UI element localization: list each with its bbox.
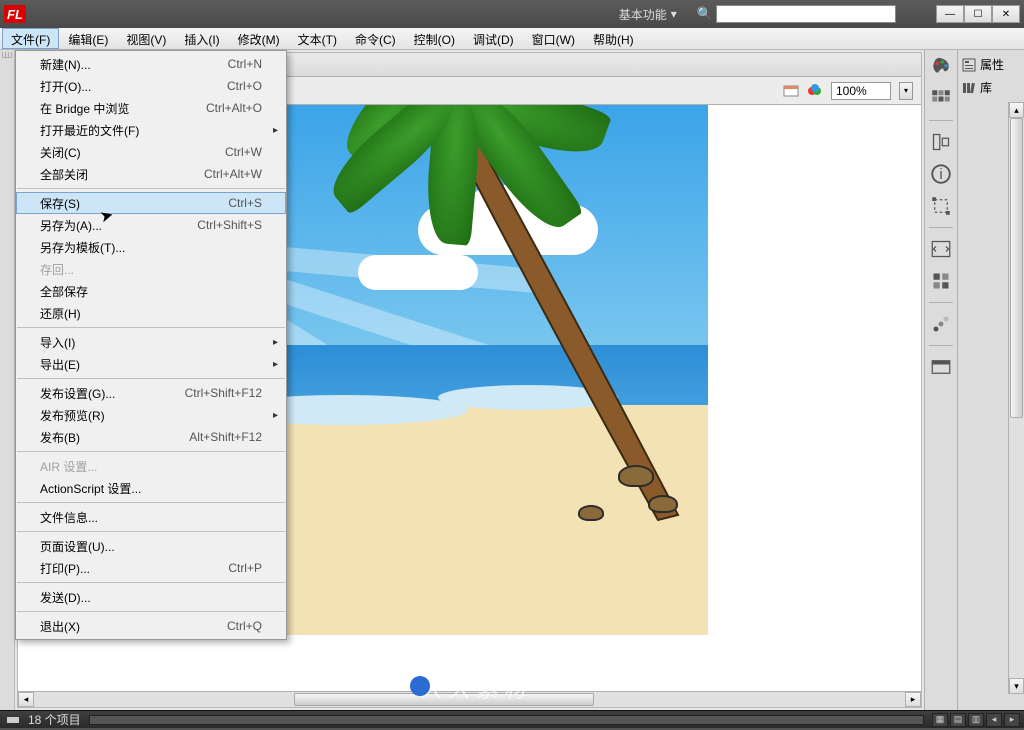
timeline-btn-5[interactable]: ▸ [1004, 713, 1020, 727]
watermark-badge [410, 676, 430, 696]
library-panel-button[interactable]: 库 [962, 79, 1020, 96]
scroll-left-arrow[interactable]: ◂ [18, 692, 34, 707]
menu-file[interactable]: 文件(F) [2, 28, 59, 49]
menu-insert[interactable]: 插入(I) [175, 28, 228, 49]
zoom-dropdown[interactable]: ▾ [899, 82, 913, 100]
properties-panel-button[interactable]: 属性 [962, 56, 1020, 73]
file-menu-item[interactable]: 在 Bridge 中浏览Ctrl+Alt+O [16, 97, 286, 119]
file-menu-item[interactable]: 关闭(C)Ctrl+W [16, 141, 286, 163]
file-menu-item[interactable]: 退出(X)Ctrl+Q [16, 615, 286, 637]
file-menu-item[interactable]: 打印(P)...Ctrl+P [16, 557, 286, 579]
vscroll-thumb[interactable] [1010, 118, 1023, 418]
workspace-mode-label: 基本功能 [619, 6, 667, 23]
file-menu-item[interactable]: 打开最近的文件(F) [16, 119, 286, 141]
timeline-track[interactable] [89, 715, 924, 725]
components-panel-icon[interactable] [930, 270, 952, 292]
file-menu-item[interactable]: 发布设置(G)...Ctrl+Shift+F12 [16, 382, 286, 404]
window-maximize-button[interactable] [964, 5, 992, 23]
file-menu-item[interactable]: 新建(N)...Ctrl+N [16, 53, 286, 75]
file-menu-item[interactable]: 导入(I) [16, 331, 286, 353]
align-panel-icon[interactable] [930, 131, 952, 153]
transform-panel-icon[interactable] [930, 195, 952, 217]
file-menu-item[interactable]: 打开(O)...Ctrl+O [16, 75, 286, 97]
file-menu-item[interactable]: 另存为(A)...Ctrl+Shift+S [16, 214, 286, 236]
menu-text[interactable]: 文本(T) [289, 28, 346, 49]
file-menu-item[interactable]: 发布(B)Alt+Shift+F12 [16, 426, 286, 448]
horizontal-scrollbar[interactable]: ◂ ▸ [18, 691, 921, 707]
menu-bar: 文件(F) 编辑(E) 视图(V) 插入(I) 修改(M) 文本(T) 命令(C… [0, 28, 1024, 50]
title-bar: FL 基本功能 ▾ 🔍 [0, 0, 1024, 28]
zoom-input[interactable]: 100% [831, 82, 891, 100]
timeline-btn-2[interactable]: ▤ [950, 713, 966, 727]
file-menu-item[interactable]: 发送(D)... [16, 586, 286, 608]
file-menu-item[interactable]: 全部保存 [16, 280, 286, 302]
library-label: 库 [980, 79, 992, 96]
color-panel-icon[interactable] [930, 56, 952, 78]
timeline-btn-4[interactable]: ◂ [986, 713, 1002, 727]
window-minimize-button[interactable] [936, 5, 964, 23]
svg-text:i: i [939, 166, 942, 183]
vertical-scrollbar[interactable]: ▴ ▾ [1008, 102, 1024, 694]
left-dock [0, 50, 15, 710]
search-input[interactable] [716, 5, 896, 23]
file-menu-item[interactable]: 导出(E) [16, 353, 286, 375]
info-panel-icon[interactable]: i [930, 163, 952, 185]
file-menu-item[interactable]: ActionScript 设置... [16, 477, 286, 499]
edit-scene-icon[interactable] [783, 83, 799, 99]
project-panel-icon[interactable] [930, 356, 952, 378]
swatches-panel-icon[interactable] [930, 88, 952, 110]
library-icon [962, 81, 976, 95]
file-menu-item[interactable]: 还原(H) [16, 302, 286, 324]
file-menu-item[interactable]: 保存(S)Ctrl+S [16, 192, 286, 214]
scroll-right-arrow[interactable]: ▸ [905, 692, 921, 707]
file-menu-item[interactable]: 另存为模板(T)... [16, 236, 286, 258]
menu-control[interactable]: 控制(O) [405, 28, 464, 49]
timeline-footer: 18 个项目 ▦ ▤ ▥ ◂ ▸ [0, 710, 1024, 728]
menu-view[interactable]: 视图(V) [117, 28, 175, 49]
properties-label: 属性 [980, 56, 1004, 73]
menu-help[interactable]: 帮助(H) [584, 28, 643, 49]
scroll-up-arrow[interactable]: ▴ [1009, 102, 1024, 118]
search-icon: 🔍 [697, 6, 713, 22]
code-snippets-icon[interactable] [930, 238, 952, 260]
motion-presets-icon[interactable] [930, 313, 952, 335]
timeline-btn-3[interactable]: ▥ [968, 713, 984, 727]
scroll-down-arrow[interactable]: ▾ [1009, 678, 1024, 694]
file-menu-item[interactable]: 全部关闭Ctrl+Alt+W [16, 163, 286, 185]
edit-symbols-icon[interactable] [807, 83, 823, 99]
menu-edit[interactable]: 编辑(E) [59, 28, 117, 49]
file-menu-dropdown: 新建(N)...Ctrl+N打开(O)...Ctrl+O在 Bridge 中浏览… [15, 50, 287, 640]
menu-commands[interactable]: 命令(C) [346, 28, 405, 49]
menu-modify[interactable]: 修改(M) [229, 28, 289, 49]
file-menu-item: AIR 设置... [16, 455, 286, 477]
panel-icon-column: i [924, 50, 958, 710]
timeline-items-label: 18 个项目 [28, 711, 81, 728]
timeline-toggle-icon[interactable] [6, 713, 20, 727]
timeline-btn-1[interactable]: ▦ [932, 713, 948, 727]
menu-window[interactable]: 窗口(W) [523, 28, 584, 49]
file-menu-item: 存回... [16, 258, 286, 280]
dock-grip[interactable] [2, 52, 12, 58]
menu-debug[interactable]: 调试(D) [464, 28, 523, 49]
file-menu-item[interactable]: 发布预览(R) [16, 404, 286, 426]
window-close-button[interactable] [992, 5, 1020, 23]
file-menu-item[interactable]: 文件信息... [16, 506, 286, 528]
workspace-mode-dropdown[interactable]: ▾ [671, 7, 677, 21]
app-logo: FL [4, 5, 26, 23]
hscroll-thumb[interactable] [294, 693, 594, 706]
properties-icon [962, 58, 976, 72]
file-menu-item[interactable]: 页面设置(U)... [16, 535, 286, 557]
